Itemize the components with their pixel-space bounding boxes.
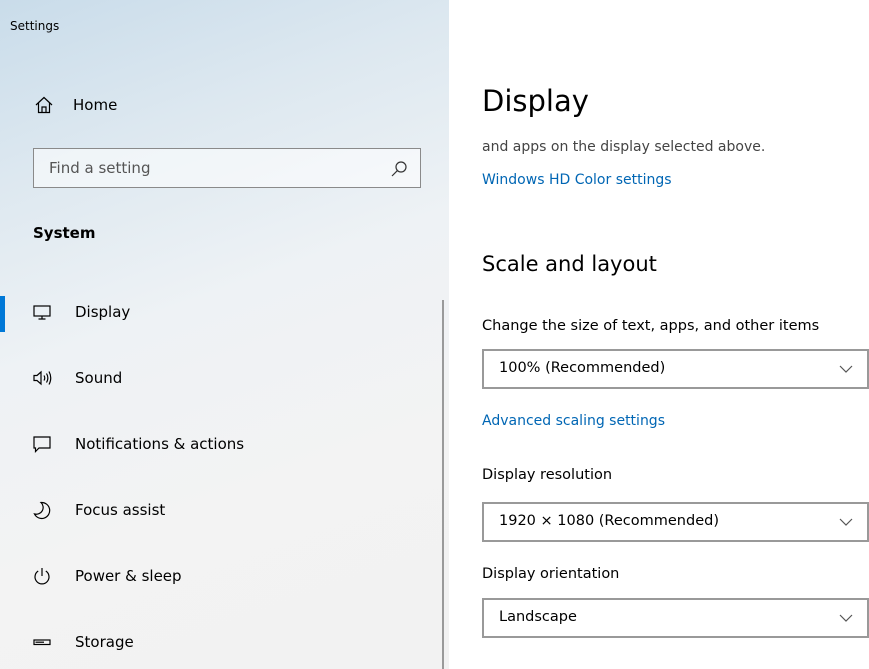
scale-dropdown[interactable]: 100% (Recommended)	[482, 349, 869, 389]
description-text: and apps on the display selected above.	[482, 139, 766, 155]
sidebar-scrollbar[interactable]	[442, 300, 444, 669]
sidebar-item-focus-assist[interactable]: Focus assist	[0, 490, 440, 556]
storage-icon	[33, 639, 51, 646]
sidebar-item-sound[interactable]: Sound	[0, 358, 440, 424]
chevron-down-icon	[839, 365, 853, 373]
app-title: Settings	[10, 19, 60, 33]
sidebar-item-power-sleep[interactable]: Power & sleep	[0, 556, 440, 622]
speaker-icon	[33, 370, 52, 386]
scale-label: Change the size of text, apps, and other…	[482, 318, 820, 334]
chevron-down-icon	[839, 518, 853, 526]
sidebar-item-label: Storage	[75, 633, 134, 651]
notification-icon	[33, 436, 51, 453]
sidebar-item-storage[interactable]: Storage	[0, 622, 440, 669]
sidebar-item-label: Power & sleep	[75, 567, 182, 585]
sidebar-item-label: Display	[75, 303, 131, 321]
orientation-dropdown[interactable]: Landscape	[482, 598, 869, 638]
resolution-label: Display resolution	[482, 467, 613, 483]
sidebar-item-label: Focus assist	[75, 501, 166, 519]
home-nav-item[interactable]: Home	[33, 90, 117, 120]
selected-indicator	[0, 296, 5, 332]
monitor-icon	[33, 305, 51, 320]
resolution-dropdown-value: 1920 × 1080 (Recommended)	[499, 513, 719, 529]
search-box[interactable]	[33, 148, 421, 188]
sidebar-item-display[interactable]: Display	[0, 292, 440, 358]
orientation-label: Display orientation	[482, 566, 620, 582]
home-label: Home	[73, 96, 118, 114]
home-icon	[35, 96, 53, 114]
resolution-dropdown[interactable]: 1920 × 1080 (Recommended)	[482, 502, 869, 542]
search-input[interactable]	[34, 158, 381, 178]
orientation-dropdown-value: Landscape	[499, 609, 577, 625]
power-icon	[34, 568, 50, 585]
sidebar-item-label: Notifications & actions	[75, 435, 245, 453]
advanced-scaling-link[interactable]: Advanced scaling settings	[482, 413, 665, 429]
section-label-system: System	[33, 224, 96, 242]
sidebar: Settings Home System	[0, 0, 449, 669]
search-icon[interactable]	[390, 160, 408, 178]
sidebar-item-notifications[interactable]: Notifications & actions	[0, 424, 440, 490]
page-title: Display	[482, 84, 589, 118]
main-content: Display and apps on the display selected…	[449, 0, 869, 669]
section-title-scale-layout: Scale and layout	[482, 252, 657, 276]
hd-color-settings-link[interactable]: Windows HD Color settings	[482, 172, 672, 188]
chevron-down-icon	[839, 614, 853, 622]
sidebar-item-label: Sound	[75, 369, 123, 387]
moon-icon	[33, 501, 51, 520]
scale-dropdown-value: 100% (Recommended)	[499, 360, 666, 376]
settings-window: Settings Home System	[0, 0, 869, 669]
sidebar-nav: Display Sound Notifications & actions Fo…	[0, 292, 440, 669]
